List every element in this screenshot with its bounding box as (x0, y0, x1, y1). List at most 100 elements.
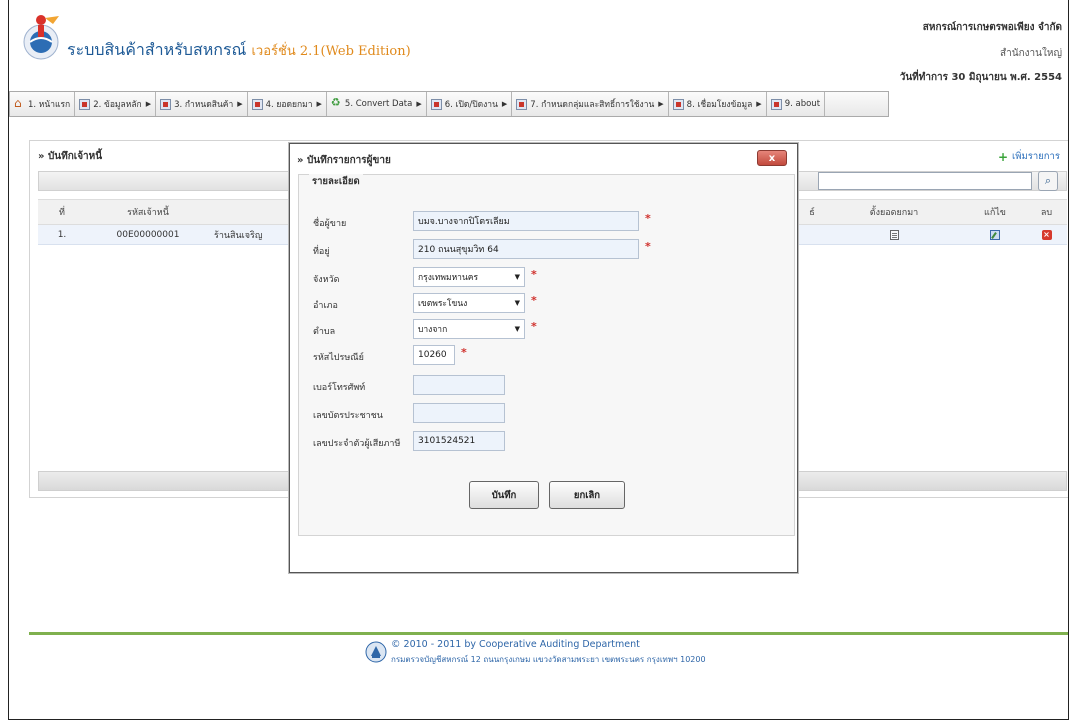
menu-item-opening-balance[interactable]: 4. ยอดยกมา ▶ (248, 92, 327, 116)
required-marker: * (531, 320, 537, 333)
org-name: สหกรณ์การเกษตรพอเพียง จำกัด (922, 22, 1062, 33)
postcode-input[interactable]: 10260 (413, 345, 455, 365)
citizen-id-input[interactable] (413, 403, 505, 423)
menu-item-convert-data[interactable]: 5. Convert Data ▶ (327, 92, 427, 116)
seller-name-label: ชื่อผู้ขาย (313, 219, 347, 229)
submenu-arrow-icon: ▶ (145, 100, 152, 108)
org-branch: สำนักงานใหญ่ (1000, 48, 1062, 59)
required-marker: * (531, 268, 537, 281)
panel-title: » บันทึกเจ้าหนี้ (38, 151, 103, 162)
menu-item-master-data[interactable]: 2. ข้อมูลหลัก ▶ (75, 92, 157, 116)
app-logo-icon (23, 15, 59, 60)
edit-icon[interactable] (990, 229, 1000, 240)
province-select[interactable]: กรุงเทพมหานคร ▼ (413, 267, 525, 287)
phone-input[interactable] (413, 375, 505, 395)
search-icon: ⌕ (1044, 174, 1052, 187)
menu-item-label: 7. กำหนดกลุ่มและสิทธิ์การใช้งาน (530, 100, 655, 110)
menu-item-label: 5. Convert Data (344, 99, 413, 109)
dialog-title: » บันทึกรายการผู้ขาย (297, 155, 391, 166)
menu-item-open-close[interactable]: 6. เปิด/ปิดงาน ▶ (427, 92, 513, 116)
menu-item-label: 9. about (784, 99, 821, 109)
menu-item-label: 1. หน้าแรก (28, 100, 71, 110)
submenu-arrow-icon: ▶ (501, 100, 508, 108)
row-edit[interactable] (964, 225, 1026, 244)
details-fieldset: รายละเอียด ชื่อผู้ขาย บมจ.บางจากปิโตรเลี… (298, 174, 795, 536)
close-button[interactable]: x (757, 150, 787, 166)
menu-item-permissions[interactable]: 7. กำหนดกลุ่มและสิทธิ์การใช้งาน ▶ (512, 92, 669, 116)
app-version: เวอร์ชั่น 2.1(Web Edition) (251, 44, 411, 59)
required-marker: * (645, 212, 651, 225)
postcode-row: รหัสไปรษณีย์ 10260 * (299, 345, 796, 367)
close-icon: x (768, 152, 776, 164)
column-header-delete: ลบ (1040, 208, 1053, 218)
required-marker: * (531, 294, 537, 307)
column-header-extra: ธ์ (809, 208, 815, 218)
seller-name-row: ชื่อผู้ขาย บมจ.บางจากปิโตรเลียม * (299, 211, 796, 233)
submenu-arrow-icon: ▶ (756, 100, 762, 108)
dropdown-caret-icon: ▼ (514, 273, 520, 281)
required-marker: * (645, 240, 651, 253)
menu-item-products[interactable]: 3. กำหนดสินค้า ▶ (156, 92, 248, 116)
document-icon (160, 98, 172, 110)
document-icon (672, 98, 684, 110)
header: ระบบสินค้าสำหรับสหกรณ์ เวอร์ชั่น 2.1(Web… (9, 0, 1068, 88)
submenu-arrow-icon: ▶ (237, 100, 243, 108)
footer-copyright: © 2010 - 2011 by Cooperative Auditing De… (391, 639, 640, 650)
cancel-button[interactable]: ยกเลิก (549, 481, 625, 509)
tax-id-row: เลขประจำตัวผู้เสียภาษี 3101524521 (299, 431, 796, 453)
document-icon (251, 98, 263, 110)
row-extra (800, 225, 824, 244)
subdistrict-select[interactable]: บางจาก ▼ (413, 319, 525, 339)
seller-dialog: » บันทึกรายการผู้ขาย x รายละเอียด ชื่อผู… (289, 143, 798, 573)
footer-address: กรมตรวจบัญชีสหกรณ์ 12 ถนนกรุงเกษม แขวงวั… (391, 655, 706, 664)
row-delete[interactable]: × (1026, 225, 1067, 244)
province-row: จังหวัด กรุงเทพมหานคร ▼ * (299, 267, 796, 289)
menu-item-label: 4. ยอดยกมา (265, 100, 313, 110)
district-row: อำเภอ เขตพระโขนง ▼ * (299, 293, 796, 315)
document-icon (770, 98, 782, 110)
column-header-no: ที่ (59, 208, 65, 218)
add-item-label: เพิ่มรายการ (1012, 151, 1060, 162)
document-icon (516, 98, 528, 110)
tax-id-input[interactable]: 3101524521 (413, 431, 505, 451)
footer-divider (29, 632, 1068, 635)
dropdown-caret-icon: ▼ (514, 325, 520, 333)
search-input[interactable] (818, 172, 1032, 190)
column-header-code: รหัสเจ้าหนี้ (127, 208, 169, 218)
document-icon[interactable] (889, 229, 899, 240)
district-select[interactable]: เขตพระโขนง ▼ (413, 293, 525, 313)
home-icon (14, 96, 25, 110)
delete-icon[interactable]: × (1041, 229, 1052, 240)
add-item-link[interactable]: + เพิ่มรายการ (998, 149, 1060, 164)
menu-item-label: 6. เปิด/ปิดงาน (444, 100, 498, 110)
phone-label: เบอร์โทรศัพท์ (313, 383, 366, 393)
seller-name-input[interactable]: บมจ.บางจากปิโตรเลียม (413, 211, 639, 231)
submenu-arrow-icon: ▶ (316, 100, 322, 108)
menu-item-about[interactable]: 9. about (767, 92, 826, 116)
document-icon (430, 98, 442, 110)
subdistrict-value: บางจาก (418, 325, 448, 335)
app-title: ระบบสินค้าสำหรับสหกรณ์ เวอร์ชั่น 2.1(Web… (67, 38, 411, 63)
menu-item-label: 8. เชื่อมโยงข้อมูล (686, 100, 753, 110)
dropdown-caret-icon: ▼ (514, 299, 520, 307)
save-button[interactable]: บันทึก (469, 481, 539, 509)
work-date: วันที่ทำการ 30 มิถุนายน พ.ศ. 2554 (899, 72, 1062, 83)
submenu-arrow-icon: ▶ (416, 100, 422, 108)
search-button[interactable]: ⌕ (1038, 171, 1058, 191)
address-input[interactable]: 210 ถนนสุขุมวิท 64 (413, 239, 639, 259)
province-value: กรุงเทพมหานคร (418, 273, 479, 283)
subdistrict-row: ตำบล บางจาก ▼ * (299, 319, 796, 341)
menu-item-home[interactable]: 1. หน้าแรก (10, 92, 76, 116)
app-title-text: ระบบสินค้าสำหรับสหกรณ์ (67, 40, 247, 59)
subdistrict-label: ตำบล (313, 327, 336, 337)
address-label: ที่อยู่ (313, 247, 330, 257)
menu-item-label: 2. ข้อมูลหลัก (93, 100, 142, 110)
menu-item-label: 3. กำหนดสินค้า (174, 100, 234, 110)
row-opening-balance[interactable] (824, 225, 964, 244)
province-label: จังหวัด (313, 275, 340, 285)
convert-icon (331, 96, 342, 110)
citizen-id-row: เลขบัตรประชาชน (299, 403, 796, 425)
menu-item-data-link[interactable]: 8. เชื่อมโยงข้อมูล ▶ (669, 92, 767, 116)
department-seal-icon (365, 641, 387, 663)
submenu-arrow-icon: ▶ (658, 100, 664, 108)
